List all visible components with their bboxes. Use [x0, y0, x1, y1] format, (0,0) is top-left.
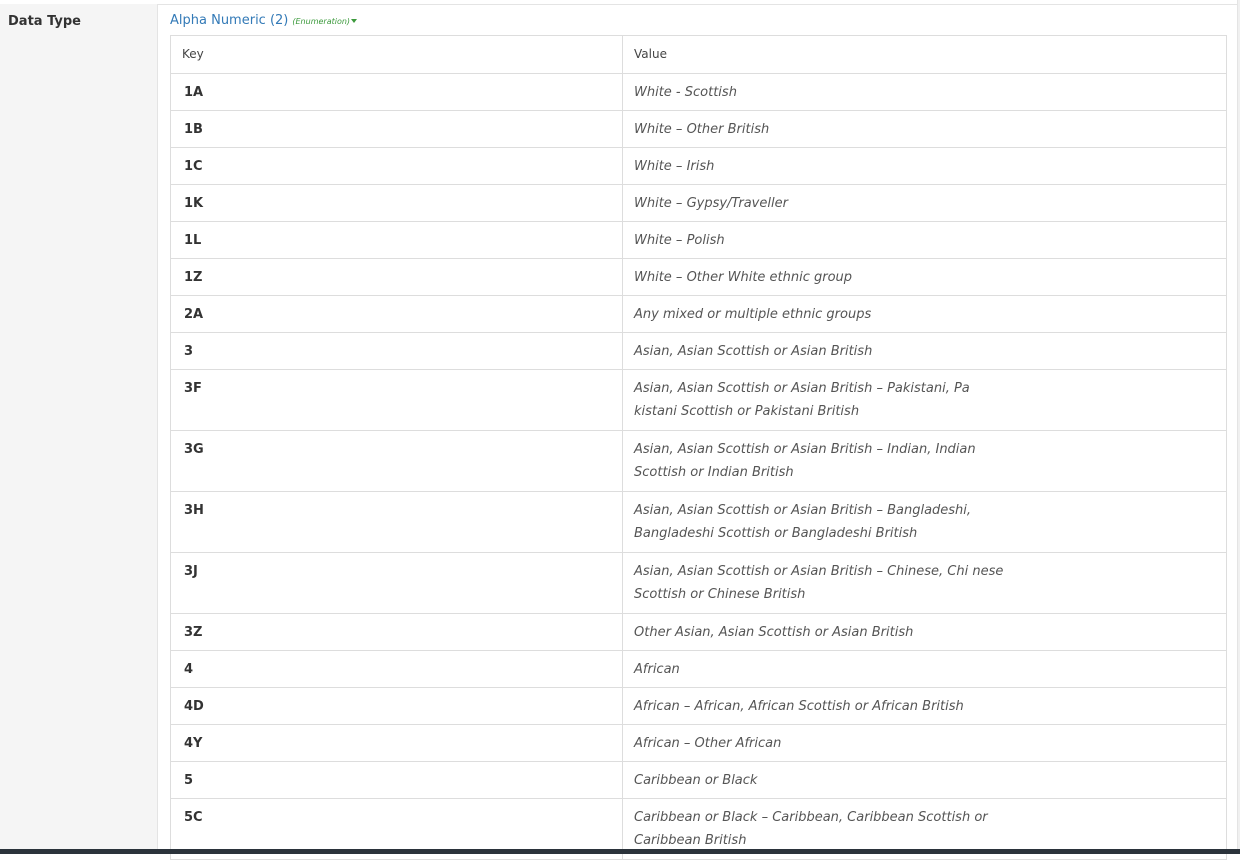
column-header-value: Value	[622, 35, 1227, 74]
table-row: 1K White – Gypsy/Traveller	[170, 184, 1227, 222]
row-value: Other Asian, Asian Scottish or Asian Bri…	[622, 613, 1227, 651]
row-key: 3H	[170, 491, 623, 553]
data-type-kind[interactable]: (Enumeration)	[292, 17, 350, 26]
table-row: 3 Asian, Asian Scottish or Asian British	[170, 332, 1227, 370]
row-key: 3G	[170, 430, 623, 492]
row-key: 1K	[170, 184, 623, 222]
caret-down-icon[interactable]	[351, 18, 358, 23]
row-key: 1B	[170, 110, 623, 148]
row-value: Asian, Asian Scottish or Asian British –…	[622, 430, 1227, 492]
row-value: White – Other White ethnic group	[622, 258, 1227, 296]
row-value: White – Gypsy/Traveller	[622, 184, 1227, 222]
row-value: African – Other African	[622, 724, 1227, 762]
row-key: 2A	[170, 295, 623, 333]
row-value: Asian, Asian Scottish or Asian British –…	[622, 491, 1227, 553]
table-row: 1Z White – Other White ethnic group	[170, 258, 1227, 296]
table-row: 1B White – Other British	[170, 110, 1227, 148]
bottom-bar	[0, 849, 1240, 854]
table-row: 1C White – Irish	[170, 147, 1227, 185]
row-value: Asian, Asian Scottish or Asian British –…	[622, 369, 1227, 431]
row-key: 1C	[170, 147, 623, 185]
row-key: 1A	[170, 73, 623, 111]
row-key: 3Z	[170, 613, 623, 651]
row-value: White – Polish	[622, 221, 1227, 259]
table-row: 2A Any mixed or multiple ethnic groups	[170, 295, 1227, 333]
table-row: 3G Asian, Asian Scottish or Asian British…	[170, 430, 1227, 492]
table-row: 3F Asian, Asian Scottish or Asian British…	[170, 369, 1227, 431]
field-label: Data Type	[8, 14, 81, 29]
table-row: 3J Asian, Asian Scottish or Asian British…	[170, 552, 1227, 614]
table-row: 1A White - Scottish	[170, 73, 1227, 111]
data-type-link[interactable]: Alpha Numeric (2) (Enumeration)	[170, 13, 358, 28]
column-header-key: Key	[170, 35, 623, 74]
table-row: 4 African	[170, 650, 1227, 688]
row-key: 4D	[170, 687, 623, 725]
data-type-name[interactable]: Alpha Numeric (2)	[170, 13, 288, 28]
row-key: 3	[170, 332, 623, 370]
table-row: 5 Caribbean or Black	[170, 761, 1227, 799]
row-value: Asian, Asian Scottish or Asian British	[622, 332, 1227, 370]
table-header-row: Key Value	[170, 35, 1227, 74]
row-value: White – Other British	[622, 110, 1227, 148]
top-divider	[0, 0, 1240, 5]
row-key: 1L	[170, 221, 623, 259]
row-key: 4	[170, 650, 623, 688]
row-value: White - Scottish	[622, 73, 1227, 111]
row-value: African	[622, 650, 1227, 688]
row-key: 3F	[170, 369, 623, 431]
row-value: African – African, African Scottish or A…	[622, 687, 1227, 725]
row-key: 3J	[170, 552, 623, 614]
row-value: Any mixed or multiple ethnic groups	[622, 295, 1227, 333]
table-row: 4Y African – Other African	[170, 724, 1227, 762]
row-value: Asian, Asian Scottish or Asian British –…	[622, 552, 1227, 614]
table-row: 4D African – African, African Scottish or…	[170, 687, 1227, 725]
row-key: 1Z	[170, 258, 623, 296]
row-key: 5	[170, 761, 623, 799]
row-value: White – Irish	[622, 147, 1227, 185]
row-key: 4Y	[170, 724, 623, 762]
table-row: 3H Asian, Asian Scottish or Asian British…	[170, 491, 1227, 553]
table-row: 1L White – Polish	[170, 221, 1227, 259]
enumeration-table: Key Value 1A White - Scottish 1B White – O…	[170, 35, 1227, 860]
field-label-column: Data Type	[0, 4, 158, 854]
row-value: Caribbean or Black	[622, 761, 1227, 799]
table-row: 3Z Other Asian, Asian Scottish or Asian B…	[170, 613, 1227, 651]
